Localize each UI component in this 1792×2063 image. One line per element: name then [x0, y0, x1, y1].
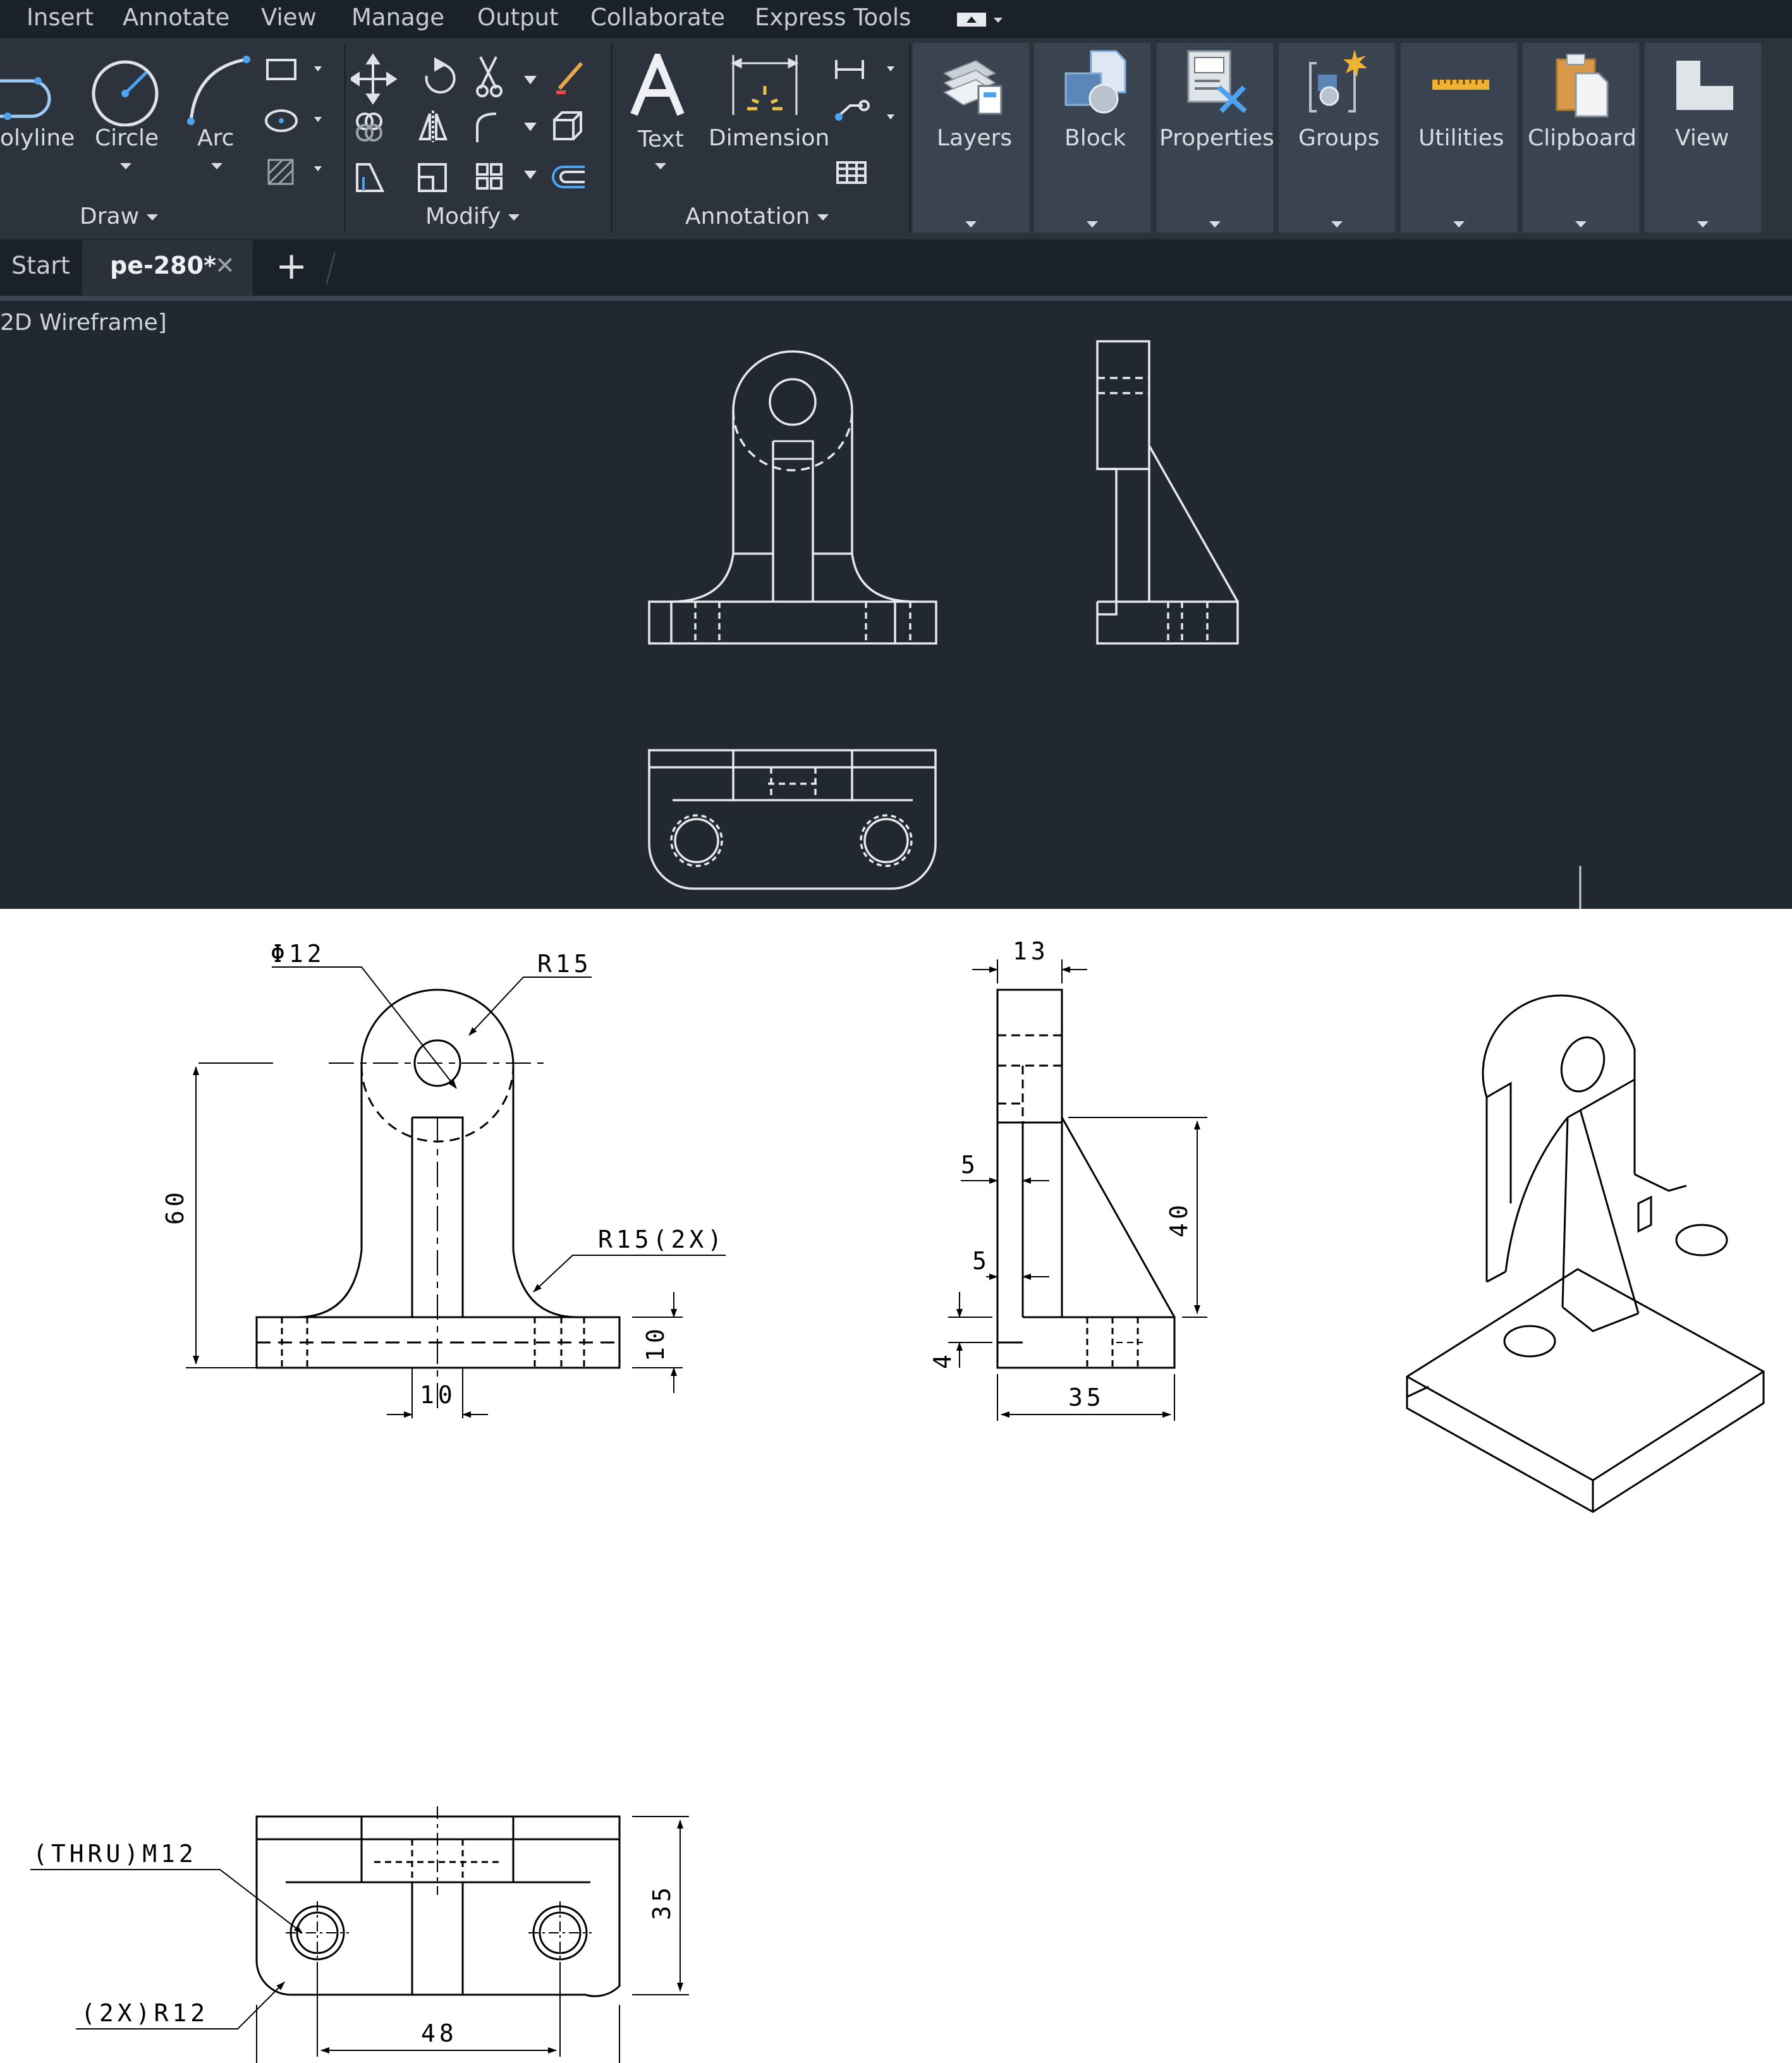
- cad-front-view: [648, 350, 937, 645]
- layers-panel[interactable]: Layers: [913, 43, 1029, 233]
- groups-dropdown-icon: [1331, 221, 1343, 228]
- properties-panel[interactable]: Properties: [1157, 43, 1274, 233]
- draw-panel-title[interactable]: Draw: [80, 204, 159, 229]
- circle-label[interactable]: Circle: [95, 125, 159, 151]
- annotation-panel-title[interactable]: Annotation: [685, 204, 829, 229]
- clipboard-panel[interactable]: Clipboard: [1523, 43, 1639, 233]
- menu-output[interactable]: Output: [477, 4, 559, 31]
- side-view: [948, 959, 1207, 1421]
- groups-icon: [1309, 49, 1367, 113]
- draw-tools-icons[interactable]: [262, 54, 326, 193]
- top-corner-radius-text: (2X)R12: [81, 1999, 209, 2027]
- annotation-tools-icons[interactable]: [831, 54, 901, 199]
- panel-separator: [611, 43, 613, 233]
- layers-dropdown-icon: [965, 221, 977, 228]
- utilities-label: Utilities: [1418, 125, 1504, 151]
- clipboard-icon: [1556, 54, 1609, 118]
- cad-side-view: [1096, 340, 1239, 645]
- front-height-text: 60: [161, 1188, 189, 1225]
- menu-bar: Insert Annotate View Manage Output Colla…: [0, 0, 1792, 38]
- layers-label: Layers: [937, 125, 1013, 151]
- side-slot-b-text: 5: [972, 1247, 990, 1275]
- reference-drawing-sheet: Φ12 R15 60 R15(2X) 10 10 13 5 5 4 40 35 …: [0, 909, 1792, 2063]
- front-radius-text: R15: [537, 950, 592, 978]
- modify-tools-icons[interactable]: [351, 51, 604, 196]
- dimension-label[interactable]: Dimension: [709, 125, 829, 151]
- circle-dropdown-icon[interactable]: [120, 163, 131, 169]
- close-tab-icon[interactable]: ✕: [215, 252, 235, 279]
- isometric-view: [1406, 994, 1765, 1513]
- view-panel[interactable]: View: [1645, 43, 1761, 233]
- properties-label: Properties: [1159, 125, 1274, 151]
- side-slot-a-text: 5: [961, 1151, 979, 1179]
- workspace-dropdown-icon[interactable]: [956, 9, 1006, 30]
- menu-view[interactable]: View: [261, 4, 317, 31]
- autocad-window: Insert Annotate View Manage Output Colla…: [0, 0, 1792, 909]
- panel-separator: [909, 43, 911, 233]
- arc-dropdown-icon[interactable]: [211, 163, 222, 169]
- clipboard-label: Clipboard: [1528, 125, 1637, 151]
- utilities-panel[interactable]: Utilities: [1401, 43, 1517, 233]
- groups-panel[interactable]: Groups: [1279, 43, 1395, 233]
- block-icon: [1064, 50, 1126, 114]
- view-label: View: [1675, 125, 1729, 151]
- view-dropdown-icon: [1697, 221, 1709, 228]
- block-label: Block: [1064, 125, 1126, 151]
- modify-panel-title[interactable]: Modify: [425, 204, 520, 229]
- side-rib-height-text: 40: [1165, 1201, 1193, 1238]
- menu-manage[interactable]: Manage: [351, 4, 444, 31]
- file-tab-bar: Start pe-280* ✕ +: [0, 240, 1792, 297]
- circle-icon[interactable]: [88, 51, 164, 126]
- polyline-label[interactable]: olyline: [0, 125, 75, 151]
- tab-start[interactable]: Start: [11, 252, 70, 279]
- menu-express-tools[interactable]: Express Tools: [755, 4, 911, 31]
- front-rib-width-text: 10: [420, 1381, 456, 1409]
- text-icon[interactable]: [629, 54, 692, 123]
- tab-separator: [326, 253, 336, 284]
- properties-dropdown-icon: [1209, 221, 1221, 228]
- menu-insert[interactable]: Insert: [27, 4, 94, 31]
- layers-icon: [942, 59, 1003, 115]
- properties-icon: [1187, 50, 1247, 113]
- new-tab-icon[interactable]: +: [276, 244, 307, 288]
- cad-top-view: [648, 749, 937, 890]
- menu-annotate[interactable]: Annotate: [123, 4, 229, 31]
- top-hole-spacing-text: 48: [421, 2019, 458, 2047]
- arc-icon[interactable]: [183, 51, 259, 126]
- side-step-text: 4: [929, 1351, 956, 1369]
- panel-separator: [344, 43, 346, 233]
- text-label[interactable]: Text: [638, 126, 684, 152]
- tab-pe-280[interactable]: pe-280*: [110, 252, 216, 279]
- top-thread-text: (THRU)M12: [33, 1840, 197, 1868]
- menu-collaborate[interactable]: Collaborate: [590, 4, 725, 31]
- measure-icon: [1432, 80, 1489, 90]
- top-depth-text: 35: [648, 1883, 676, 1920]
- front-base-thk-text: 10: [642, 1325, 669, 1361]
- utilities-dropdown-icon: [1453, 221, 1465, 228]
- side-top-width-text: 13: [1013, 937, 1049, 965]
- block-panel[interactable]: Block: [1034, 43, 1150, 233]
- front-hole-dia-text: Φ12: [271, 940, 326, 968]
- ribbon: olyline Circle Arc Draw Modify Text Dime…: [0, 38, 1792, 239]
- clipboard-dropdown-icon: [1575, 221, 1587, 228]
- drawing-canvas[interactable]: [0, 297, 1792, 909]
- view-icon: [1676, 61, 1733, 110]
- reference-drawing: Φ12 R15 60 R15(2X) 10 10 13 5 5 4 40 35 …: [30, 937, 1765, 2063]
- text-dropdown-icon[interactable]: [655, 163, 666, 169]
- arc-label[interactable]: Arc: [197, 125, 234, 151]
- polyline-icon[interactable]: [0, 57, 70, 126]
- dimension-icon[interactable]: [727, 52, 803, 121]
- block-dropdown-icon: [1087, 221, 1098, 228]
- side-base-len-text: 35: [1068, 1384, 1105, 1411]
- groups-label: Groups: [1298, 125, 1380, 151]
- front-fillet-text: R15(2X): [598, 1226, 726, 1253]
